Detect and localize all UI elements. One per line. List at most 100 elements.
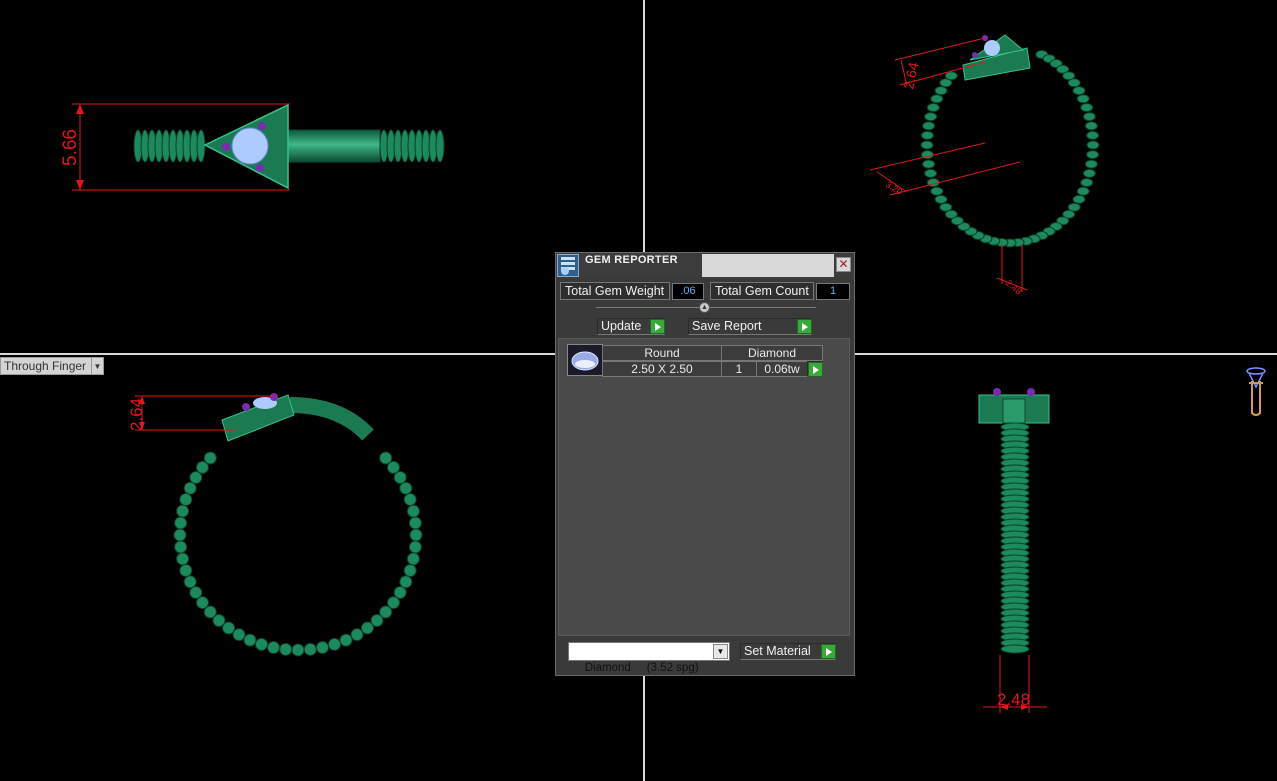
total-weight-value: .06	[672, 283, 704, 300]
ring-bead	[1080, 178, 1094, 187]
save-report-button[interactable]: Save Report	[688, 318, 812, 335]
ring-bead	[924, 168, 938, 178]
ring-bead	[176, 552, 190, 566]
ring-bead	[279, 642, 293, 656]
slider-knob-icon[interactable]: ▲	[699, 302, 710, 313]
view-mode-label: Through Finger	[4, 359, 87, 373]
gem-list[interactable]: Round Diamond 2.50 X 2.50 1 0.06tw	[558, 338, 850, 636]
ring-bead	[1084, 121, 1098, 131]
ring-bead	[930, 94, 944, 104]
ring-bead	[267, 641, 280, 654]
ring-bead	[934, 194, 948, 204]
ring-bead	[922, 121, 936, 131]
ring-bead	[922, 159, 936, 169]
window-icon	[557, 254, 579, 277]
update-button-label: Update	[601, 319, 642, 333]
ring-bead	[1086, 150, 1100, 160]
ring-bead	[403, 493, 417, 506]
dialog-titlebar[interactable]: GEM REPORTER ✕	[556, 253, 854, 278]
ring-bead	[920, 130, 934, 140]
ring-bead	[409, 528, 423, 542]
ring-bead	[255, 637, 268, 651]
ring-bead	[393, 471, 407, 484]
ring-bead	[179, 493, 193, 506]
ring-bead	[934, 86, 948, 96]
dimension-label-tr-top: 2.64	[900, 60, 921, 90]
gem-shape-header: Round	[602, 345, 722, 361]
view-mode-dropdown[interactable]: Through Finger ▼	[0, 357, 104, 375]
ring-front-view: 2.64	[127, 393, 423, 657]
ring-bead	[189, 586, 203, 599]
ring-bead	[926, 103, 940, 112]
total-count-value: 1	[816, 283, 850, 300]
ring-bead	[399, 575, 413, 589]
ring-bead	[1080, 103, 1094, 112]
shank-rib	[196, 129, 206, 163]
ring-bead	[1084, 159, 1098, 169]
ring-bead	[930, 186, 944, 196]
total-count-label: Total Gem Count	[710, 282, 814, 300]
update-button[interactable]: Update	[597, 318, 665, 335]
ring-bead	[1072, 86, 1086, 96]
dimension-label-front: 2.64	[127, 398, 146, 431]
dropdown-arrow-icon[interactable]: ▼	[91, 358, 103, 374]
gem-reporter-dialog: GEM REPORTER ✕ Total Gem Weight .06 Tota…	[555, 252, 855, 676]
shank-rib	[435, 129, 445, 163]
ring-bead	[406, 552, 420, 566]
dropdown-arrow-icon[interactable]: ▼	[713, 644, 728, 659]
ring-bead	[1076, 186, 1090, 196]
ring-bead	[1076, 94, 1090, 104]
ring-bead	[403, 564, 417, 577]
ring-bead	[183, 575, 197, 589]
ring-bead	[924, 112, 938, 122]
ring-bead	[406, 504, 420, 518]
ring-bead	[174, 516, 188, 530]
ring-bead	[328, 637, 341, 651]
ring-bead	[173, 528, 187, 542]
ring-bead	[203, 451, 217, 465]
go-arrow-icon[interactable]	[821, 644, 836, 659]
ring-bead	[1086, 130, 1100, 140]
dimension-label-top: 5.66	[60, 129, 81, 166]
gem-material-header: Diamond	[721, 345, 823, 361]
viewport-front[interactable]: 2.64	[0, 355, 643, 781]
go-arrow-icon[interactable]	[650, 319, 665, 334]
viewport-top[interactable]: 5.66	[0, 0, 643, 353]
ring-bead	[316, 641, 329, 654]
ring-bead	[339, 633, 353, 647]
ring-bead	[944, 71, 958, 81]
ring-bead	[1072, 194, 1086, 204]
titlebar-tab-area	[702, 254, 834, 277]
dimension-label-side: 2.48	[997, 690, 1030, 709]
ring-bead	[232, 628, 246, 642]
gem-thumbnail[interactable]	[567, 344, 603, 376]
ring-bead	[176, 504, 190, 518]
ring-bead	[1086, 140, 1100, 150]
ring-bead	[920, 140, 934, 150]
ring-bead	[408, 540, 422, 554]
ring-bead	[174, 540, 188, 554]
ring-top-view: 5.66	[60, 103, 445, 191]
shank-rib	[1000, 644, 1030, 654]
dialog-title: GEM REPORTER	[585, 254, 678, 266]
total-weight-label: Total Gem Weight	[560, 282, 670, 300]
ring-bead	[360, 621, 374, 635]
go-arrow-icon[interactable]	[808, 362, 823, 377]
gem-weight-cell: 0.06tw	[756, 361, 808, 377]
material-select[interactable]: Diamond (3.52 spg) ▼	[568, 642, 730, 674]
ring-bead	[303, 642, 317, 656]
dimension-label-tr-bottom: 2.48	[1004, 278, 1024, 297]
ring-bead	[1082, 112, 1096, 122]
close-icon[interactable]: ✕	[836, 257, 851, 272]
gem-row-action-button[interactable]	[807, 361, 823, 377]
ring-bead	[291, 643, 305, 657]
ring-bead	[1067, 78, 1081, 88]
camera-gizmo-icon[interactable]	[1243, 365, 1269, 419]
ring-bead	[399, 481, 413, 495]
gem-size-cell: 2.50 X 2.50	[602, 361, 722, 377]
set-material-button[interactable]: Set Material	[740, 643, 836, 660]
ring-bead	[1082, 168, 1096, 178]
go-arrow-icon[interactable]	[797, 319, 812, 334]
gem-count-cell: 1	[721, 361, 757, 377]
set-material-button-label: Set Material	[744, 644, 811, 658]
